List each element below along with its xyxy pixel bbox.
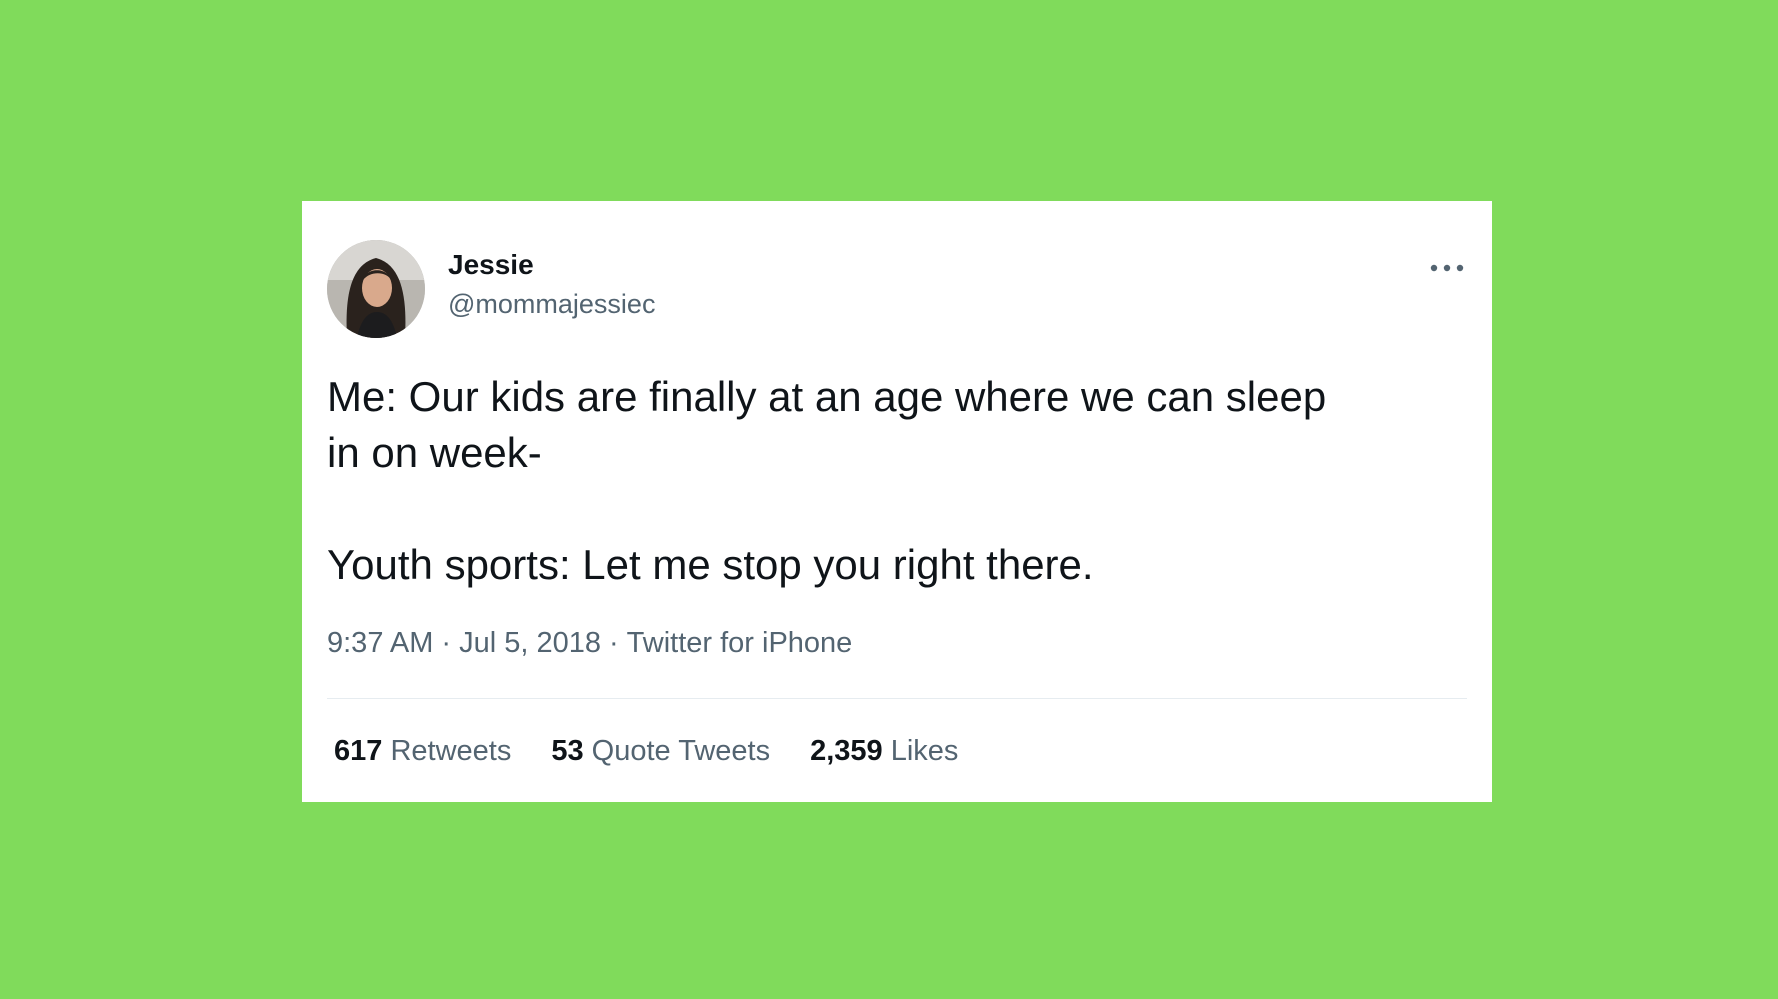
likes-count: 2,359 (810, 735, 883, 767)
divider (327, 698, 1467, 699)
tweet-date[interactable]: Jul 5, 2018 (459, 627, 601, 659)
profile-photo-icon (327, 240, 425, 338)
display-name[interactable]: Jessie (448, 251, 534, 279)
retweets-count: 617 (334, 735, 383, 767)
likes-stat[interactable]: 2,359 Likes (810, 737, 958, 766)
tweet-card: Jessie @mommajessiec Me: Our kids are fi… (302, 201, 1492, 802)
tweet-time[interactable]: 9:37 AM (327, 627, 433, 659)
separator: · (441, 627, 452, 659)
user-handle[interactable]: @mommajessiec (448, 291, 655, 318)
tweet-text: Me: Our kids are finally at an age where… (327, 373, 1327, 588)
separator: · (608, 627, 619, 659)
avatar[interactable] (327, 240, 425, 338)
quote-tweets-stat[interactable]: 53 Quote Tweets (551, 737, 770, 766)
more-options-button[interactable] (1422, 253, 1472, 283)
more-options-icon (1430, 264, 1464, 272)
tweet-source[interactable]: Twitter for iPhone (627, 627, 853, 659)
likes-label: Likes (890, 735, 959, 767)
retweets-label: Retweets (390, 735, 512, 767)
quote-tweets-count: 53 (551, 735, 584, 767)
tweet-metadata: 9:37 AM · Jul 5, 2018 · Twitter for iPhone (327, 629, 852, 658)
tweet-stats: 617 Retweets 53 Quote Tweets 2,359 Likes (334, 737, 998, 766)
retweets-stat[interactable]: 617 Retweets (334, 737, 511, 766)
quote-tweets-label: Quote Tweets (591, 735, 771, 767)
